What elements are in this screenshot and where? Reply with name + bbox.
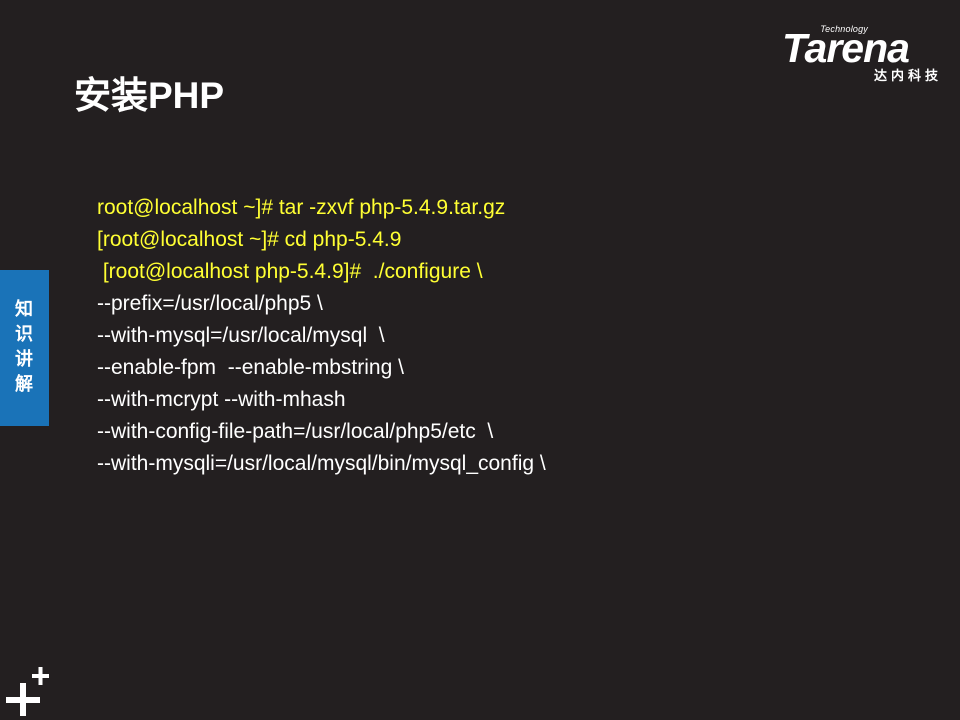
knowledge-tab-label: 知识讲解 [15,299,33,394]
command-line-5: --with-mysql=/usr/local/mysql \ [97,324,385,347]
command-line-9: --with-mysqli=/usr/local/mysql/bin/mysql… [97,452,546,475]
page-title: 安装PHP [74,75,225,116]
tarena-logo: Technology Tarena 达内科技 [780,22,946,84]
plus-plus-icon [6,667,49,716]
command-block: root@localhost ~]# tar -zxvf php-5.4.9.t… [97,192,546,480]
command-line-8: --with-config-file-path=/usr/local/php5/… [97,420,494,443]
command-line-4: --prefix=/usr/local/php5 \ [97,292,323,315]
logo-name: Tarena [782,25,910,71]
command-line-3: [root@localhost php-5.4.9]# ./configure … [97,260,483,283]
command-line-2: [root@localhost ~]# cd php-5.4.9 [97,228,402,251]
slide: Technology Tarena 达内科技 安装PHP 知识讲解 root@l… [0,0,960,720]
command-line-1: root@localhost ~]# tar -zxvf php-5.4.9.t… [97,196,506,219]
knowledge-tab: 知识讲解 [0,270,49,426]
command-line-7: --with-mcrypt --with-mhash [97,388,346,411]
logo-chinese-text: 达内科技 [873,68,942,83]
command-line-6: --enable-fpm --enable-mbstring \ [97,356,404,379]
